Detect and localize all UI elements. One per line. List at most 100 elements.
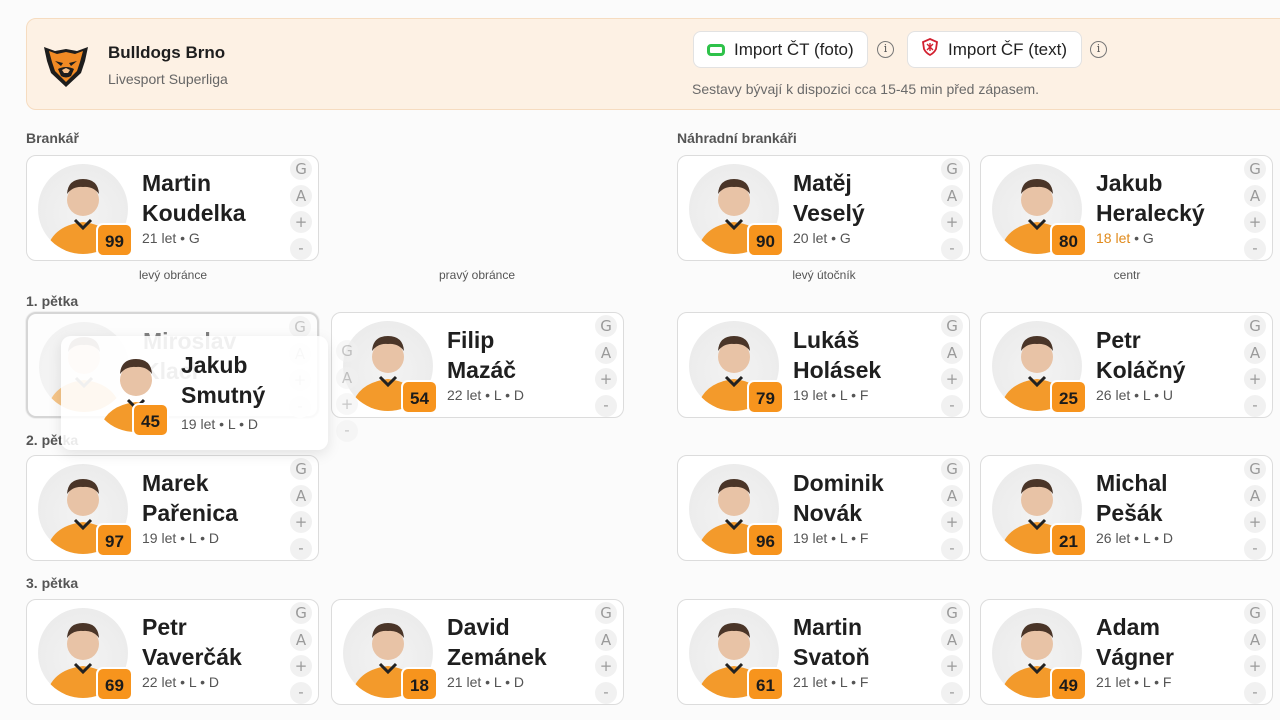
line1-label: 1. pětka bbox=[26, 293, 79, 309]
player-name: Martin Svatoň bbox=[793, 614, 870, 670]
minus-button[interactable]: - bbox=[941, 537, 963, 560]
player-meta: 21 let • L • D bbox=[447, 674, 524, 690]
goal-button[interactable]: G bbox=[289, 316, 311, 338]
goal-button[interactable]: G bbox=[941, 458, 963, 480]
player-name: Filip Mazáč bbox=[447, 327, 517, 383]
goal-button[interactable]: G bbox=[941, 158, 963, 180]
minus-button[interactable]: - bbox=[941, 394, 963, 417]
plus-button[interactable]: + bbox=[1244, 655, 1266, 677]
player-card[interactable]: 96 Dominik Novák 19 let • L • F G A + - bbox=[677, 455, 970, 561]
import-ct-button[interactable]: Import ČT (foto) bbox=[693, 31, 868, 68]
player-card[interactable]: 61 Martin Svatoň 21 let • L • F G A + - bbox=[677, 599, 970, 705]
player-meta: 20 let • G bbox=[793, 230, 851, 246]
minus-button[interactable]: - bbox=[941, 237, 963, 260]
plus-button[interactable]: + bbox=[595, 368, 617, 390]
player-rating-badge: 61 bbox=[747, 667, 784, 701]
assist-button[interactable]: A bbox=[290, 184, 312, 207]
player-meta: 19 let • L • D bbox=[181, 416, 258, 432]
player-name: Petr Vaverčák bbox=[142, 614, 242, 670]
player-rating-badge: 25 bbox=[1050, 380, 1087, 414]
goal-button[interactable]: G bbox=[941, 602, 963, 624]
minus-button[interactable]: - bbox=[595, 681, 617, 704]
goal-button[interactable]: G bbox=[1244, 315, 1266, 337]
plus-button[interactable]: + bbox=[941, 211, 963, 233]
assist-button[interactable]: A bbox=[290, 628, 312, 651]
assist-button[interactable]: A bbox=[941, 484, 963, 507]
minus-button[interactable]: - bbox=[1244, 394, 1266, 417]
player-card[interactable]: 97 Marek Pařenica 19 let • L • D G A + - bbox=[26, 455, 319, 561]
bulldog-logo-icon bbox=[41, 41, 91, 89]
player-card[interactable]: 49 Adam Vágner 21 let • L • F G A + - bbox=[980, 599, 1273, 705]
goal-button[interactable]: G bbox=[1244, 458, 1266, 480]
plus-button[interactable]: + bbox=[1244, 511, 1266, 533]
goal-button[interactable]: G bbox=[336, 340, 358, 362]
import-cf-label: Import ČF (text) bbox=[948, 39, 1068, 59]
info-icon[interactable]: i bbox=[877, 41, 894, 58]
assist-button[interactable]: A bbox=[336, 366, 358, 389]
player-meta: 21 let • L • F bbox=[793, 674, 869, 690]
plus-button[interactable]: + bbox=[595, 655, 617, 677]
player-name: Adam Vágner bbox=[1096, 614, 1174, 670]
player-card[interactable]: 69 Petr Vaverčák 22 let • L • D G A + - bbox=[26, 599, 319, 705]
assist-button[interactable]: A bbox=[1244, 184, 1266, 207]
minus-button[interactable]: - bbox=[1244, 681, 1266, 704]
league-name: Livesport Superliga bbox=[108, 71, 228, 87]
player-card[interactable]: 18 David Zemánek 21 let • L • D G A + - bbox=[331, 599, 624, 705]
import-cf-button[interactable]: Import ČF (text) bbox=[907, 31, 1082, 68]
goal-button[interactable]: G bbox=[595, 602, 617, 624]
assist-button[interactable]: A bbox=[290, 484, 312, 507]
plus-button[interactable]: + bbox=[941, 368, 963, 390]
plus-button[interactable]: + bbox=[941, 655, 963, 677]
player-rating-badge: 96 bbox=[747, 523, 784, 557]
player-card[interactable]: 25 Petr Koláčný 26 let • L • U G A + - bbox=[980, 312, 1273, 418]
minus-button[interactable]: - bbox=[290, 681, 312, 704]
info-icon[interactable]: i bbox=[1090, 41, 1107, 58]
minus-button[interactable]: - bbox=[941, 681, 963, 704]
dragged-player-card[interactable]: 45 Jakub Smutný 19 let • L • D G A + - bbox=[61, 336, 358, 450]
assist-button[interactable]: A bbox=[595, 628, 617, 651]
plus-button[interactable]: + bbox=[1244, 368, 1266, 390]
player-card[interactable]: 21 Michal Pešák 26 let • L • D G A + - bbox=[980, 455, 1273, 561]
goal-button[interactable]: G bbox=[290, 158, 312, 180]
minus-button[interactable]: - bbox=[1244, 237, 1266, 260]
minus-button[interactable]: - bbox=[290, 537, 312, 560]
assist-button[interactable]: A bbox=[1244, 628, 1266, 651]
goal-button[interactable]: G bbox=[290, 602, 312, 624]
assist-button[interactable]: A bbox=[941, 628, 963, 651]
player-card[interactable]: 54 Filip Mazáč 22 let • L • D G A + - bbox=[331, 312, 624, 418]
player-card[interactable]: 90 Matěj Veselý 20 let • G G A + - bbox=[677, 155, 970, 261]
plus-button[interactable]: + bbox=[290, 211, 312, 233]
player-name: Matěj Veselý bbox=[793, 170, 865, 226]
plus-button[interactable]: + bbox=[290, 655, 312, 677]
plus-button[interactable]: + bbox=[290, 511, 312, 533]
goal-button[interactable]: G bbox=[595, 315, 617, 337]
player-meta: 22 let • L • D bbox=[142, 674, 219, 690]
player-meta: 26 let • L • U bbox=[1096, 387, 1173, 403]
plus-button[interactable]: + bbox=[941, 511, 963, 533]
goal-button[interactable]: G bbox=[1244, 158, 1266, 180]
player-rating-badge: 97 bbox=[96, 523, 133, 557]
player-name: Marek Pařenica bbox=[142, 470, 238, 526]
minus-button[interactable]: - bbox=[1244, 537, 1266, 560]
player-meta: 19 let • L • D bbox=[142, 530, 219, 546]
goal-button[interactable]: G bbox=[941, 315, 963, 337]
player-card[interactable]: 80 Jakub Heralecký 18 let • G G A + - bbox=[980, 155, 1273, 261]
assist-button[interactable]: A bbox=[1244, 341, 1266, 364]
minus-button[interactable]: - bbox=[336, 419, 358, 442]
assist-button[interactable]: A bbox=[1244, 484, 1266, 507]
right-defense-label: pravý obránce bbox=[438, 268, 516, 282]
assist-button[interactable]: A bbox=[595, 341, 617, 364]
player-rating-badge: 49 bbox=[1050, 667, 1087, 701]
assist-button[interactable]: A bbox=[941, 184, 963, 207]
plus-button[interactable]: + bbox=[336, 393, 358, 415]
player-card[interactable]: 99 Martin Koudelka 21 let • G G A + - bbox=[26, 155, 319, 261]
plus-button[interactable]: + bbox=[1244, 211, 1266, 233]
cf-logo-icon bbox=[921, 38, 939, 61]
player-meta: 19 let • L • F bbox=[793, 387, 869, 403]
assist-button[interactable]: A bbox=[941, 341, 963, 364]
goal-button[interactable]: G bbox=[1244, 602, 1266, 624]
goal-button[interactable]: G bbox=[290, 458, 312, 480]
player-card[interactable]: 79 Lukáš Holásek 19 let • L • F G A + - bbox=[677, 312, 970, 418]
minus-button[interactable]: - bbox=[595, 394, 617, 417]
minus-button[interactable]: - bbox=[290, 237, 312, 260]
